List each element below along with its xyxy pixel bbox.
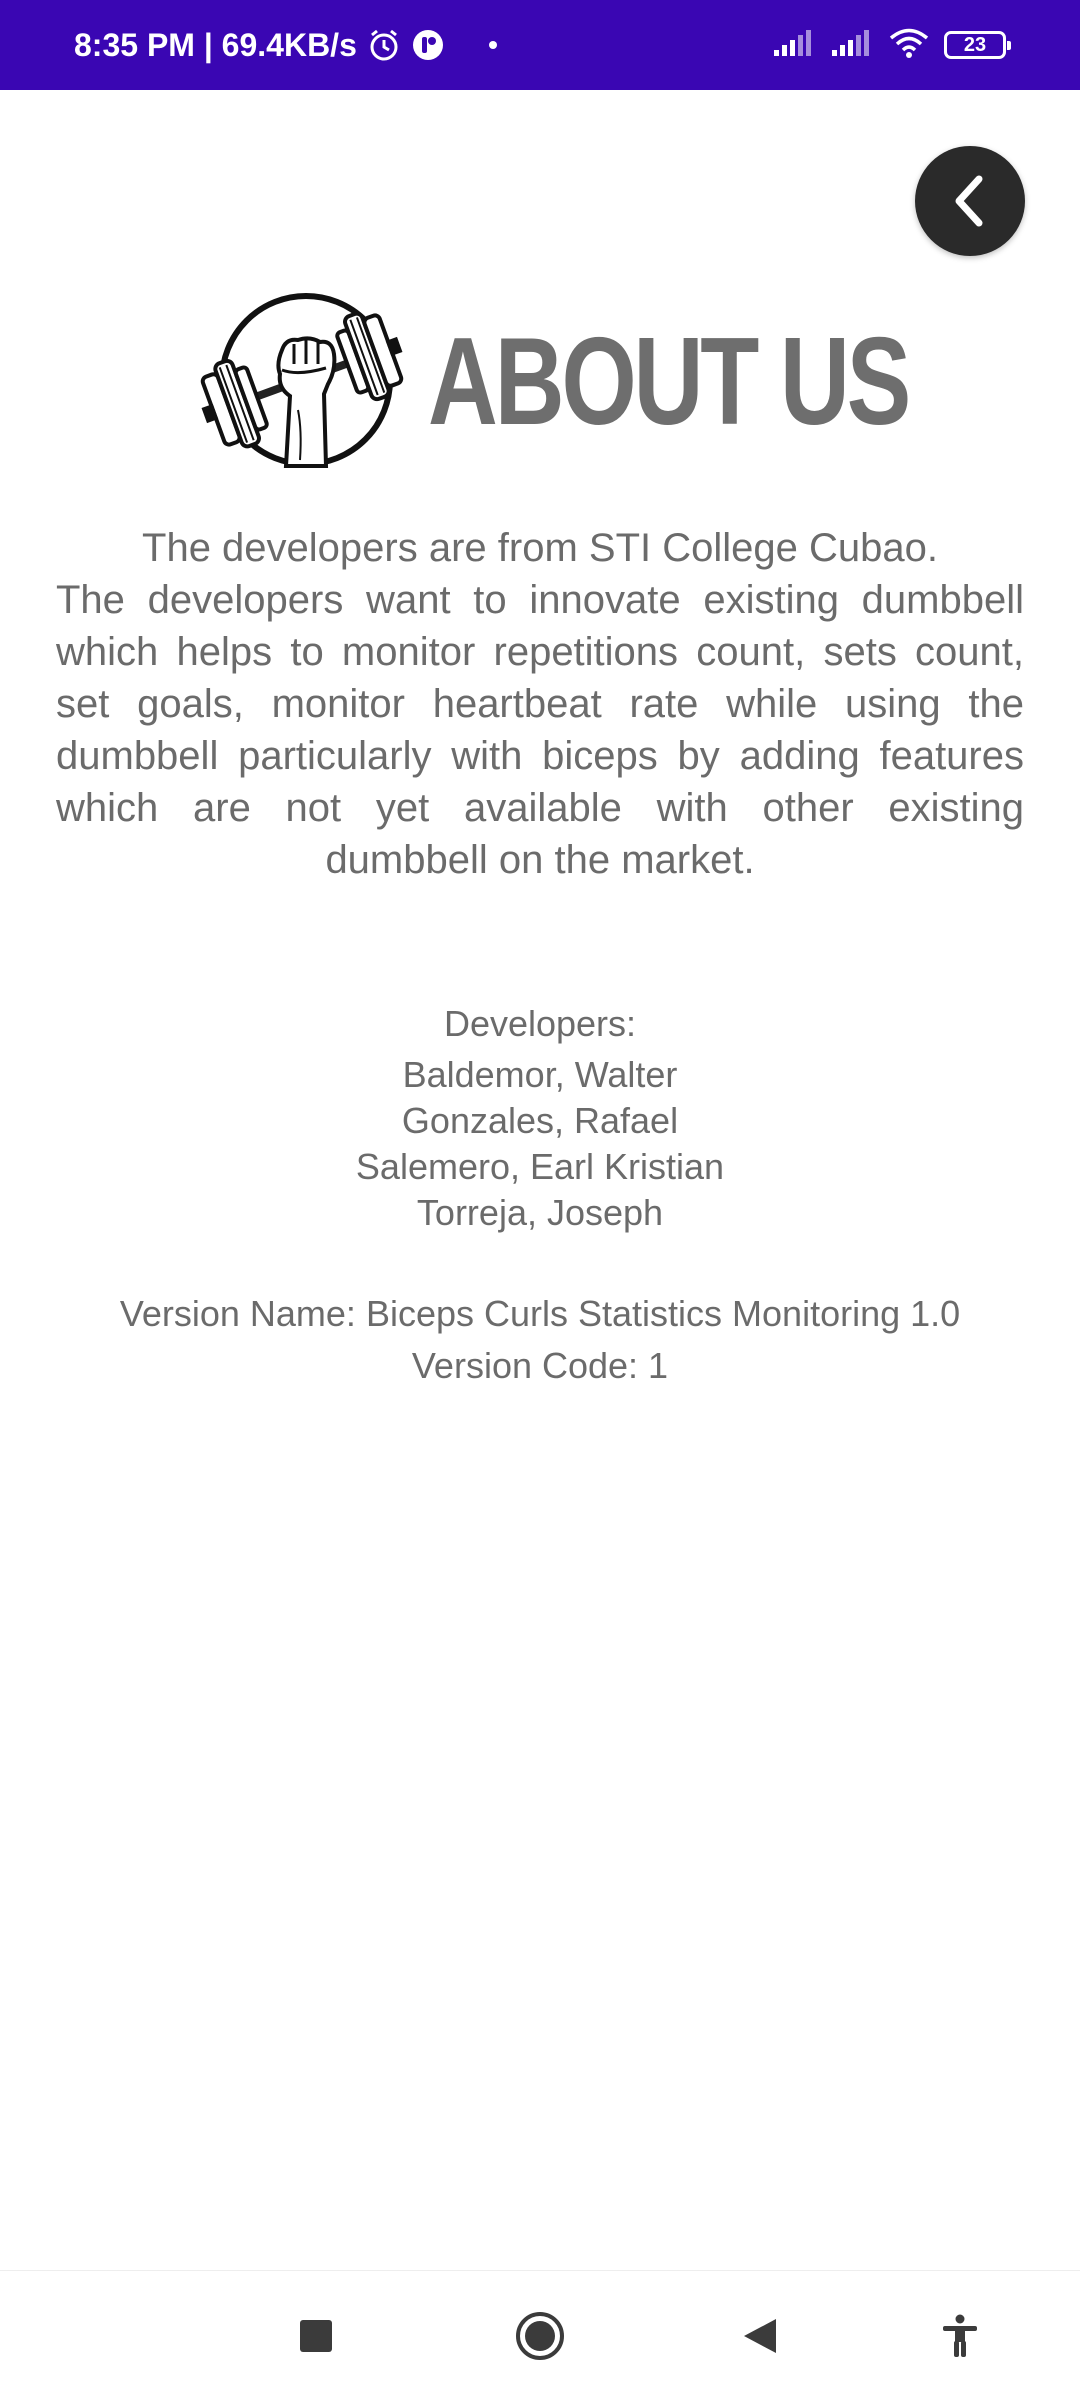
battery-icon: 23: [944, 31, 1011, 59]
status-right: 23: [772, 0, 1011, 90]
description-first-line: The developers are from STI College Cuba…: [142, 526, 938, 570]
version-section: Version Name: Biceps Curls Statistics Mo…: [0, 1288, 1080, 1392]
page-title: ABOUT US: [428, 313, 911, 451]
header: ABOUT US: [0, 290, 1080, 480]
back-button[interactable]: [915, 146, 1025, 256]
version-name: Version Name: Biceps Curls Statistics Mo…: [119, 1293, 961, 1334]
developers-section: Developers: Baldemor, Walter Gonzales, R…: [0, 1000, 1080, 1236]
accessibility-icon: [943, 2314, 977, 2357]
developers-heading: Developers:: [443, 1003, 637, 1044]
signal-icon-2: [830, 28, 874, 63]
app-notification-icon: [411, 28, 445, 62]
dumbbell-fist-logo: [194, 290, 412, 470]
recents-square-icon: [300, 2320, 332, 2352]
chevron-left-icon: [955, 175, 983, 227]
home-circle-icon: [516, 2312, 564, 2360]
status-time-speed: 8:35 PM | 69.4KB/s: [74, 26, 357, 63]
back-nav-button[interactable]: [720, 2271, 800, 2401]
alarm-icon: [367, 28, 401, 62]
dot-icon: [488, 41, 497, 49]
home-button[interactable]: [500, 2271, 580, 2401]
signal-icon: [772, 28, 816, 63]
battery-level: 23: [963, 33, 987, 56]
status-bar: 8:35 PM | 69.4KB/s 23: [0, 0, 1080, 90]
recents-button[interactable]: [276, 2271, 356, 2401]
navigation-bar: [0, 2270, 1080, 2401]
description-body: The developers want to innovate existing…: [56, 578, 1024, 882]
back-triangle-icon: [744, 2319, 776, 2353]
wifi-icon: [888, 27, 930, 64]
developer-name: Torreja, Joseph: [416, 1192, 664, 1233]
description: The developers are from STI College Cuba…: [56, 522, 1024, 886]
version-code: Version Code: 1: [411, 1345, 669, 1386]
developer-name: Gonzales, Rafael: [401, 1100, 679, 1141]
accessibility-button[interactable]: [920, 2271, 1000, 2401]
status-left: 8:35 PM | 69.4KB/s: [74, 0, 497, 90]
developer-name: Baldemor, Walter: [402, 1054, 678, 1095]
developer-name: Salemero, Earl Kristian: [355, 1146, 725, 1187]
